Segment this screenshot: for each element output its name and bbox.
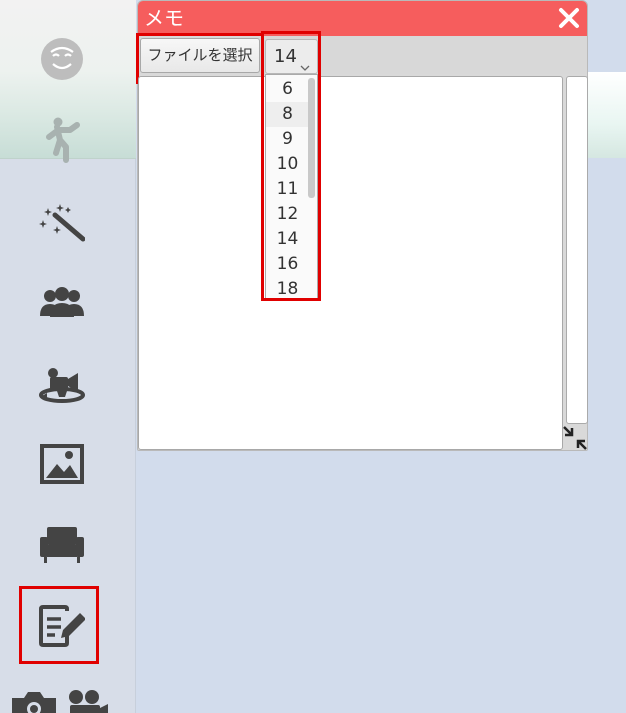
chevron-down-icon xyxy=(300,51,310,71)
video-camera-icon[interactable] xyxy=(66,688,110,713)
group-icon[interactable] xyxy=(39,286,85,320)
font-size-option[interactable]: 12 xyxy=(266,202,309,227)
magic-wand-icon[interactable] xyxy=(39,202,85,242)
dancer-icon[interactable] xyxy=(46,115,80,163)
window-title: メモ xyxy=(144,6,184,30)
font-size-option[interactable]: 6 xyxy=(266,77,309,102)
vertical-scrollbar[interactable] xyxy=(566,76,588,424)
memo-window: メモ ファイルを選択 14 6 8 9 10 11 12 14 16 18 xyxy=(136,0,588,451)
font-size-option[interactable]: 10 xyxy=(266,152,309,177)
font-size-select[interactable]: 14 xyxy=(265,39,318,74)
note-edit-icon[interactable] xyxy=(39,605,85,647)
font-size-option[interactable]: 16 xyxy=(266,252,309,277)
toolbar: ファイルを選択 14 xyxy=(136,33,587,84)
font-size-option[interactable]: 18 xyxy=(266,277,309,298)
sidebar xyxy=(0,0,136,713)
360-camera-icon[interactable] xyxy=(39,365,85,405)
camera-icon[interactable] xyxy=(10,688,58,713)
font-size-value: 14 xyxy=(274,46,297,67)
font-size-options-list: 6 8 9 10 11 12 14 16 18 xyxy=(266,77,309,298)
font-size-option[interactable]: 14 xyxy=(266,227,309,252)
sofa-icon[interactable] xyxy=(39,525,85,565)
font-size-dropdown: 6 8 9 10 11 12 14 16 18 xyxy=(265,74,318,299)
title-bar[interactable]: メモ xyxy=(138,1,587,36)
memo-textarea[interactable] xyxy=(138,76,563,450)
close-icon[interactable] xyxy=(557,6,581,30)
resize-icon[interactable] xyxy=(562,425,588,451)
face-icon[interactable] xyxy=(39,36,85,82)
choose-file-button[interactable]: ファイルを選択 xyxy=(140,38,260,73)
image-icon[interactable] xyxy=(40,444,84,484)
close-button[interactable] xyxy=(557,6,581,30)
dropdown-scrollbar[interactable] xyxy=(308,78,315,198)
font-size-option[interactable]: 11 xyxy=(266,177,309,202)
app-root: メモ ファイルを選択 14 6 8 9 10 11 12 14 16 18 xyxy=(0,0,626,713)
background-band xyxy=(588,72,626,158)
font-size-option[interactable]: 8 xyxy=(266,102,309,127)
font-size-option[interactable]: 9 xyxy=(266,127,309,152)
